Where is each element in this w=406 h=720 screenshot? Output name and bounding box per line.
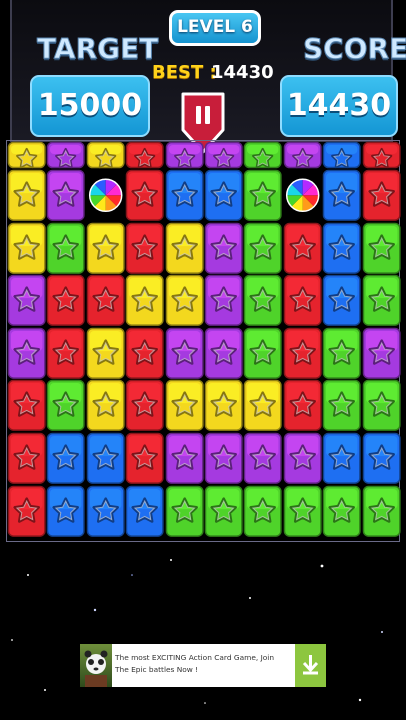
green-star-tile[interactable] xyxy=(243,169,283,222)
rainbow-ball-tile[interactable] xyxy=(86,169,125,222)
blue-star-tile[interactable] xyxy=(322,432,361,485)
green-star-tile[interactable] xyxy=(283,485,322,538)
red-star-tile[interactable] xyxy=(125,379,164,432)
blue-star-tile[interactable] xyxy=(46,485,86,538)
red-star-tile[interactable] xyxy=(283,327,322,380)
blue-star-tile[interactable] xyxy=(322,222,361,275)
purple-star-tile[interactable] xyxy=(7,274,46,327)
purple-star-tile[interactable] xyxy=(7,327,46,380)
tile-grid xyxy=(7,141,401,543)
red-star-tile[interactable] xyxy=(46,274,86,327)
yellow-star-tile[interactable] xyxy=(7,141,46,169)
red-star-tile[interactable] xyxy=(46,327,86,380)
purple-star-tile[interactable] xyxy=(204,141,243,169)
score-label: SCORE xyxy=(302,32,406,66)
best-label: BEST : xyxy=(152,62,217,83)
red-star-tile[interactable] xyxy=(7,432,46,485)
green-star-tile[interactable] xyxy=(46,379,86,432)
level-badge: LEVEL 6 xyxy=(169,10,261,46)
blue-star-tile[interactable] xyxy=(204,169,243,222)
red-star-tile[interactable] xyxy=(7,485,46,538)
purple-star-tile[interactable] xyxy=(243,432,283,485)
yellow-star-tile[interactable] xyxy=(86,327,125,380)
target-label: TARGET xyxy=(36,32,159,66)
blue-star-tile[interactable] xyxy=(165,169,204,222)
score-value: 14430 xyxy=(280,75,398,137)
green-star-tile[interactable] xyxy=(362,274,401,327)
red-star-tile[interactable] xyxy=(362,141,401,169)
ad-avatar-icon xyxy=(80,644,112,687)
ad-text: The most EXCITING Action Card Game, Join… xyxy=(115,653,275,674)
yellow-star-tile[interactable] xyxy=(86,141,125,169)
yellow-star-tile[interactable] xyxy=(243,379,283,432)
game-board xyxy=(6,140,401,543)
red-star-tile[interactable] xyxy=(125,432,164,485)
purple-star-tile[interactable] xyxy=(362,327,401,380)
green-star-tile[interactable] xyxy=(243,485,283,538)
yellow-star-tile[interactable] xyxy=(7,222,46,275)
yellow-star-tile[interactable] xyxy=(165,222,204,275)
yellow-star-tile[interactable] xyxy=(204,379,243,432)
red-star-tile[interactable] xyxy=(283,379,322,432)
yellow-star-tile[interactable] xyxy=(165,379,204,432)
green-star-tile[interactable] xyxy=(165,485,204,538)
purple-star-tile[interactable] xyxy=(165,141,204,169)
green-star-tile[interactable] xyxy=(322,485,361,538)
blue-star-tile[interactable] xyxy=(86,485,125,538)
green-star-tile[interactable] xyxy=(362,485,401,538)
purple-star-tile[interactable] xyxy=(204,274,243,327)
green-star-tile[interactable] xyxy=(243,222,283,275)
purple-star-tile[interactable] xyxy=(283,141,322,169)
red-star-tile[interactable] xyxy=(125,141,164,169)
rainbow-ball-tile[interactable] xyxy=(283,169,322,222)
best-value: 14430 xyxy=(211,62,274,83)
yellow-star-tile[interactable] xyxy=(165,274,204,327)
green-star-tile[interactable] xyxy=(243,141,283,169)
purple-star-tile[interactable] xyxy=(165,327,204,380)
purple-star-tile[interactable] xyxy=(204,222,243,275)
purple-star-tile[interactable] xyxy=(283,432,322,485)
green-star-tile[interactable] xyxy=(46,222,86,275)
ad-banner[interactable]: The most EXCITING Action Card Game, Join… xyxy=(80,644,326,687)
red-star-tile[interactable] xyxy=(125,169,164,222)
red-star-tile[interactable] xyxy=(125,222,164,275)
red-star-tile[interactable] xyxy=(283,222,322,275)
green-star-tile[interactable] xyxy=(322,379,361,432)
blue-star-tile[interactable] xyxy=(322,274,361,327)
yellow-star-tile[interactable] xyxy=(7,169,46,222)
red-star-tile[interactable] xyxy=(283,274,322,327)
yellow-star-tile[interactable] xyxy=(86,379,125,432)
download-icon[interactable] xyxy=(295,644,326,687)
red-star-tile[interactable] xyxy=(86,274,125,327)
blue-star-tile[interactable] xyxy=(46,432,86,485)
purple-star-tile[interactable] xyxy=(165,432,204,485)
blue-star-tile[interactable] xyxy=(86,432,125,485)
purple-star-tile[interactable] xyxy=(204,327,243,380)
yellow-star-tile[interactable] xyxy=(125,274,164,327)
blue-star-tile[interactable] xyxy=(322,141,361,169)
green-star-tile[interactable] xyxy=(243,274,283,327)
red-star-tile[interactable] xyxy=(362,169,401,222)
green-star-tile[interactable] xyxy=(243,327,283,380)
green-star-tile[interactable] xyxy=(362,379,401,432)
target-value: 15000 xyxy=(30,75,150,137)
green-star-tile[interactable] xyxy=(204,485,243,538)
green-star-tile[interactable] xyxy=(322,327,361,380)
red-star-tile[interactable] xyxy=(125,327,164,380)
purple-star-tile[interactable] xyxy=(46,169,86,222)
yellow-star-tile[interactable] xyxy=(86,222,125,275)
purple-star-tile[interactable] xyxy=(204,432,243,485)
blue-star-tile[interactable] xyxy=(362,432,401,485)
purple-star-tile[interactable] xyxy=(46,141,86,169)
red-star-tile[interactable] xyxy=(7,379,46,432)
blue-star-tile[interactable] xyxy=(125,485,164,538)
blue-star-tile[interactable] xyxy=(322,169,361,222)
green-star-tile[interactable] xyxy=(362,222,401,275)
